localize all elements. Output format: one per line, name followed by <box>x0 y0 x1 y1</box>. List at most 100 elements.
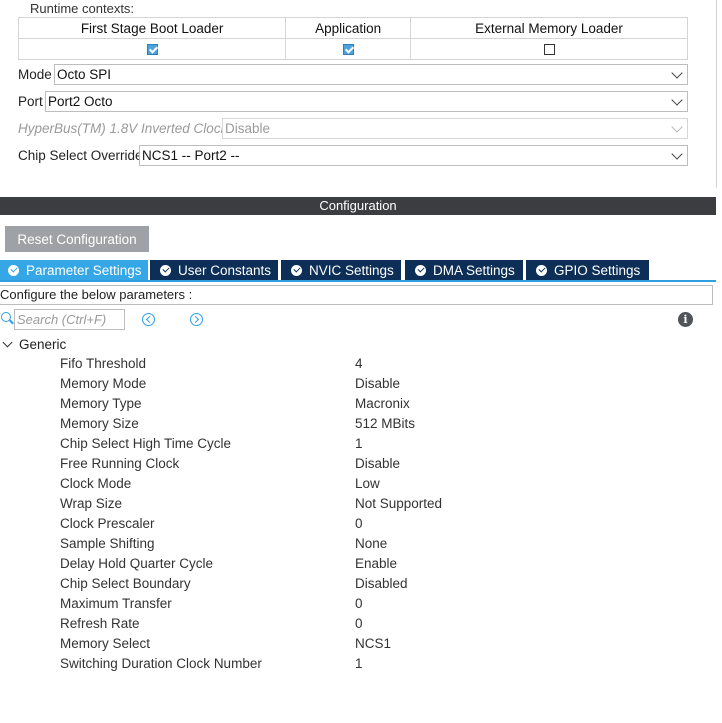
parameter-value: Disabled <box>355 576 408 591</box>
parameter-row[interactable]: Switching Duration Clock Number 1 <box>0 654 716 674</box>
parameter-row[interactable]: Fifo Threshold 4 <box>0 354 716 374</box>
parameter-value: Macronix <box>355 396 410 411</box>
configuration-header: Configuration <box>0 197 716 215</box>
chevron-down-icon <box>671 67 683 79</box>
chip-select-override-value: NCS1 -- Port2 -- <box>142 148 240 163</box>
parameter-row[interactable]: Chip Select High Time Cycle 1 <box>0 434 716 454</box>
parameter-row[interactable]: Memory Size 512 MBits <box>0 414 716 434</box>
tab-label: Parameter Settings <box>26 262 142 278</box>
info-icon[interactable]: i <box>678 312 693 327</box>
runtime-cell <box>410 38 688 60</box>
port-value: Port2 Octo <box>48 94 113 109</box>
mode-value: Octo SPI <box>57 67 112 82</box>
tab-gpio-settings[interactable]: GPIO Settings <box>526 260 649 280</box>
parameter-name: Chip Select Boundary <box>60 576 191 591</box>
previous-match-icon[interactable] <box>142 313 155 326</box>
parameter-value: 1 <box>355 656 363 671</box>
search-icon <box>1 312 11 322</box>
next-match-icon[interactable] <box>190 313 203 326</box>
tab-dma-settings[interactable]: DMA Settings <box>405 260 523 280</box>
parameter-value: 512 MBits <box>355 416 416 431</box>
chip-select-override-row: Chip Select Override <box>18 145 145 166</box>
parameter-name: Free Running Clock <box>60 456 180 471</box>
chevron-down-icon <box>671 94 683 106</box>
parameter-name: Clock Prescaler <box>60 516 155 531</box>
chevron-down-icon <box>671 148 683 160</box>
parameter-value: 0 <box>355 516 363 531</box>
parameter-list: Fifo Threshold 4 Memory Mode Disable Memory … <box>0 354 716 674</box>
search-bar: i <box>0 309 716 331</box>
runtime-col-header: First Stage Boot Loader <box>17 17 287 39</box>
chip-select-override-select[interactable]: NCS1 -- Port2 -- <box>139 145 688 166</box>
first-stage-boot-loader-checkbox[interactable] <box>146 44 158 56</box>
check-circle-icon <box>8 264 19 276</box>
parameter-name: Memory Size <box>60 416 139 431</box>
settings-tabs: Parameter Settings User Constants NVIC S… <box>0 260 716 282</box>
parameter-name: Chip Select High Time Cycle <box>60 436 232 451</box>
parameter-name: Memory Type <box>60 396 142 411</box>
parameter-name: Maximum Transfer <box>60 596 172 611</box>
port-select[interactable]: Port2 Octo <box>45 91 688 112</box>
parameter-value: NCS1 <box>355 636 392 651</box>
hyperbus-row: HyperBus(TM) 1.8V Inverted Clock <box>18 118 229 139</box>
parameter-value: 0 <box>355 596 363 611</box>
hyperbus-value: Disable <box>225 121 271 136</box>
external-memory-loader-checkbox[interactable] <box>543 44 555 56</box>
parameter-value: Low <box>355 476 380 491</box>
hyperbus-select[interactable]: Disable <box>222 118 688 139</box>
parameter-row[interactable]: Memory Select NCS1 <box>0 634 716 654</box>
parameter-value: 0 <box>355 616 363 631</box>
parameter-name: Delay Hold Quarter Cycle <box>60 556 214 571</box>
parameter-row[interactable]: Clock Mode Low <box>0 474 716 494</box>
parameter-value: Disable <box>355 456 401 471</box>
application-checkbox[interactable] <box>342 44 354 56</box>
check-circle-icon <box>291 264 302 276</box>
parameter-name: Memory Select <box>60 636 151 651</box>
tab-nvic-settings[interactable]: NVIC Settings <box>281 260 401 280</box>
parameter-row[interactable]: Free Running Clock Disable <box>0 454 716 474</box>
parameter-row[interactable]: Clock Prescaler 0 <box>0 514 716 534</box>
mode-select[interactable]: Octo SPI <box>54 64 688 85</box>
check-circle-icon <box>415 264 426 276</box>
runtime-col-header: External Memory Loader <box>410 17 688 39</box>
parameter-name: Clock Mode <box>60 476 132 491</box>
tab-user-constants[interactable]: User Constants <box>150 260 278 280</box>
parameter-row[interactable]: Sample Shifting None <box>0 534 716 554</box>
runtime-col-header: Application <box>285 17 411 39</box>
reset-configuration-button[interactable]: Reset Configuration <box>5 226 149 252</box>
parameter-name: Memory Mode <box>60 376 147 391</box>
port-label: Port <box>18 94 43 109</box>
mode-label: Mode <box>18 67 52 82</box>
runtime-cell <box>17 38 287 60</box>
parameter-row[interactable]: Maximum Transfer 0 <box>0 594 716 614</box>
tab-label: DMA Settings <box>433 262 515 278</box>
parameter-value: 1 <box>355 436 363 451</box>
parameter-row[interactable]: Refresh Rate 0 <box>0 614 716 634</box>
tab-label: User Constants <box>178 262 272 278</box>
parameter-row[interactable]: Chip Select Boundary Disabled <box>0 574 716 594</box>
parameter-name: Fifo Threshold <box>60 356 147 371</box>
search-input[interactable] <box>14 309 125 330</box>
chevron-down-icon <box>671 121 683 133</box>
tab-label: GPIO Settings <box>554 262 641 278</box>
mode-row: Mode <box>18 64 54 85</box>
parameter-row[interactable]: Memory Mode Disable <box>0 374 716 394</box>
panel-right-border <box>716 0 722 188</box>
runtime-contexts-label: Runtime contexts: <box>30 1 135 16</box>
tab-label: NVIC Settings <box>309 262 394 278</box>
parameter-value: Disable <box>355 376 401 391</box>
tab-parameter-settings[interactable]: Parameter Settings <box>0 260 148 280</box>
check-circle-icon <box>536 264 547 276</box>
parameter-name: Refresh Rate <box>60 616 140 631</box>
parameter-row[interactable]: Wrap Size Not Supported <box>0 494 716 514</box>
parameter-name: Sample Shifting <box>60 536 155 551</box>
runtime-contexts-table: First Stage Boot Loader Application Exte… <box>17 17 688 60</box>
group-label: Generic <box>19 336 67 352</box>
parameter-name: Wrap Size <box>60 496 123 511</box>
parameter-row[interactable]: Delay Hold Quarter Cycle Enable <box>0 554 716 574</box>
check-circle-icon <box>160 264 171 276</box>
generic-group-header[interactable]: Generic <box>0 335 66 353</box>
parameter-row[interactable]: Memory Type Macronix <box>0 394 716 414</box>
runtime-cell <box>285 38 411 60</box>
parameter-value: Not Supported <box>355 496 443 511</box>
